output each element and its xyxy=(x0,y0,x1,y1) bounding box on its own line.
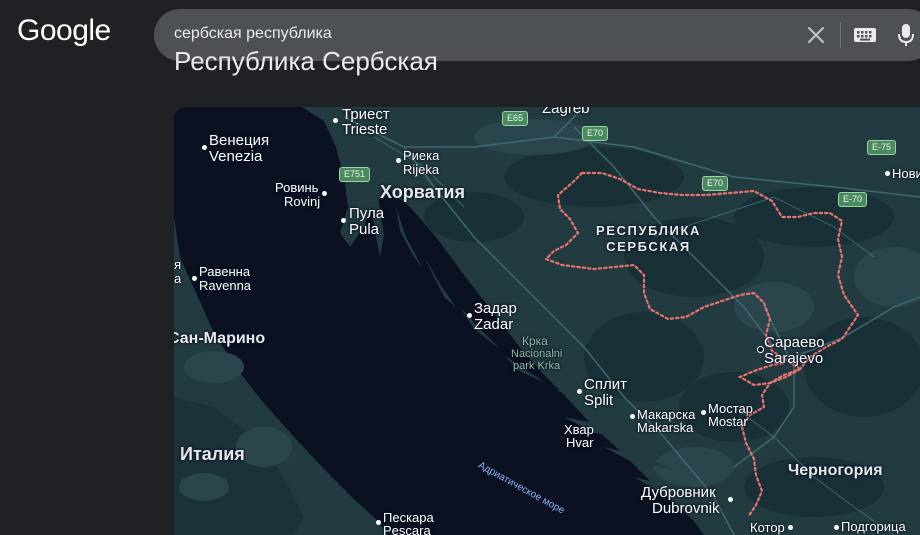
kotor-label[interactable]: Котор xyxy=(750,521,785,534)
krka-park-label-ru[interactable]: Крка xyxy=(522,335,548,348)
krka-park-label-en-1[interactable]: Nacionalni xyxy=(511,348,562,360)
pula-label-en[interactable]: Pula xyxy=(349,222,379,237)
trieste-label-en[interactable]: Trieste xyxy=(342,122,387,137)
search-results-page: Google сербская республика Республика Се… xyxy=(0,0,920,535)
split-label-ru[interactable]: Сплит xyxy=(584,377,627,392)
venezia-label-ru[interactable]: Венеция xyxy=(209,133,269,148)
rovinj-marker[interactable] xyxy=(322,191,327,196)
ravenna-label-en[interactable]: Ravenna xyxy=(199,279,251,292)
rovinj-label-en[interactable]: Rovinj xyxy=(284,195,320,208)
search-input[interactable]: сербская республика xyxy=(174,25,332,43)
rijeka-marker[interactable] xyxy=(396,158,401,163)
podgorica-label[interactable]: Подгорица xyxy=(841,520,906,533)
zadar-label-ru[interactable]: Задар xyxy=(474,301,517,316)
pula-marker[interactable] xyxy=(341,218,346,223)
route-shield-e75: E-75 xyxy=(867,140,897,155)
keyboard-button[interactable] xyxy=(852,23,878,47)
map-view[interactable]: Триест Trieste Zagreb Венеция Venezia Ри… xyxy=(174,107,920,535)
ravenna-marker[interactable] xyxy=(192,276,197,281)
podgorica-marker[interactable] xyxy=(834,525,839,530)
zadar-label-en[interactable]: Zadar xyxy=(474,317,513,332)
zadar-marker[interactable] xyxy=(467,313,472,318)
search-box-divider xyxy=(840,22,841,48)
pescara-marker[interactable] xyxy=(376,520,381,525)
clear-search-button[interactable] xyxy=(802,21,830,49)
route-shield-e70-a: E70 xyxy=(582,126,609,141)
trieste-label-ru[interactable]: Триест xyxy=(342,107,390,122)
pula-label-ru[interactable]: Пула xyxy=(349,206,384,221)
makarska-label-en[interactable]: Makarska xyxy=(637,421,693,434)
sarajevo-marker[interactable] xyxy=(757,346,764,353)
hvar-label-en[interactable]: Hvar xyxy=(566,436,593,449)
mostar-label-en[interactable]: Mostar xyxy=(708,415,748,428)
dubrovnik-label-en[interactable]: Dubrovnik xyxy=(652,501,720,516)
krka-park-label-en-2[interactable]: park Krka xyxy=(513,360,560,372)
dubrovnik-label-ru[interactable]: Дубровник xyxy=(641,485,716,500)
route-shield-e70-c: E-70 xyxy=(838,192,868,207)
san-marino-label[interactable]: Сан-Марино xyxy=(174,331,265,347)
novi-marker[interactable] xyxy=(885,171,890,176)
route-shield-e70-b: E70 xyxy=(702,176,729,191)
venezia-marker[interactable] xyxy=(202,145,207,150)
close-icon xyxy=(807,26,825,44)
rovinj-label-ru[interactable]: Ровинь xyxy=(275,181,318,194)
trieste-marker[interactable] xyxy=(333,118,338,123)
microphone-icon xyxy=(898,24,914,46)
makarska-marker[interactable] xyxy=(630,414,635,419)
sarajevo-label-ru[interactable]: Сараево xyxy=(764,335,825,350)
italy-label[interactable]: Италия xyxy=(180,445,245,463)
sarajevo-label-en[interactable]: Sarajevo xyxy=(764,351,823,366)
section-heading: Республика Сербская xyxy=(174,46,438,76)
region-label-line2: СЕРБСКАЯ xyxy=(606,239,691,254)
voice-search-button[interactable] xyxy=(894,21,918,49)
region-label-line1: РЕСПУБЛИКА xyxy=(596,223,701,238)
zagreb-label[interactable]: Zagreb xyxy=(542,107,590,116)
croatia-label[interactable]: Хорватия xyxy=(380,183,465,201)
kotor-marker[interactable] xyxy=(788,525,793,530)
novi-label[interactable]: Нови xyxy=(892,167,920,180)
left-edge-label-1[interactable]: я xyxy=(174,258,181,271)
split-label-en[interactable]: Split xyxy=(584,393,613,408)
rijeka-label-en[interactable]: Rijeka xyxy=(403,163,439,176)
ravenna-label-ru[interactable]: Равенна xyxy=(199,265,250,278)
pescara-label-en[interactable]: Pescara xyxy=(383,524,431,535)
split-marker[interactable] xyxy=(577,389,582,394)
keyboard-icon xyxy=(854,28,876,42)
dubrovnik-marker[interactable] xyxy=(728,497,733,502)
route-shield-e751: E751 xyxy=(339,167,371,182)
mostar-marker[interactable] xyxy=(701,410,706,415)
montenegro-label[interactable]: Черногория xyxy=(788,463,883,479)
left-edge-label-2[interactable]: а xyxy=(174,272,181,285)
google-logo[interactable]: Google xyxy=(17,14,111,48)
venezia-label-en[interactable]: Venezia xyxy=(209,149,262,164)
route-shield-e65: E65 xyxy=(502,111,529,126)
rijeka-label-ru[interactable]: Риека xyxy=(403,149,439,162)
republika-srpska-label[interactable]: РЕСПУБЛИКА СЕРБСКАЯ xyxy=(596,223,701,255)
